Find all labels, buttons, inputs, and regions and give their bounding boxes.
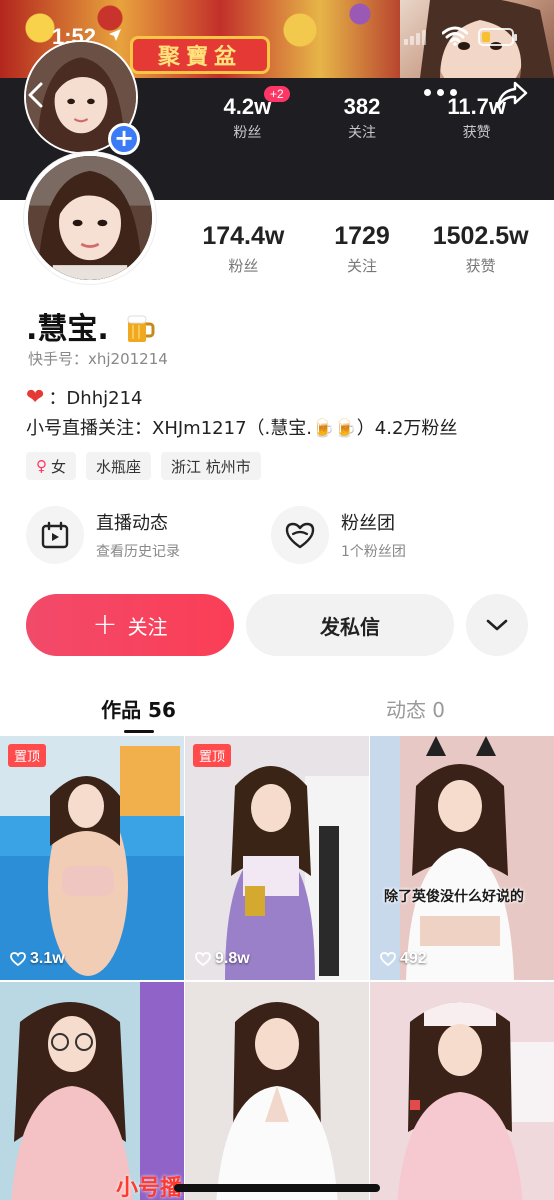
like-count: 3.1w: [10, 950, 65, 968]
stat-label: 粉丝: [228, 257, 259, 275]
bio-line-1-text: ：Dhhj214: [48, 388, 143, 409]
tag-label: 女: [51, 457, 67, 476]
tag-label: 浙江 杭州市: [171, 457, 251, 476]
bio-line-2: 小号直播关注：XHJm1217（.慧宝.🍺🍺）4.2万粉丝: [26, 418, 458, 439]
work-item[interactable]: 置顶 9.8w: [185, 736, 369, 980]
banner-plaque: 聚寶盆: [130, 36, 270, 74]
add-follow-icon[interactable]: +: [108, 123, 140, 155]
like-count-value: 9.8w: [215, 950, 250, 967]
work-item[interactable]: 除了英俊没什么好说的 492: [370, 736, 554, 980]
stat-value: 1502.5w: [432, 222, 529, 250]
feature-subtitle: 1个粉丝团: [341, 544, 406, 560]
wifi-icon: [442, 26, 468, 46]
chevron-down-icon: [486, 619, 508, 631]
heart-outline-icon: [380, 952, 396, 966]
nickname-text: .慧宝.: [26, 312, 109, 347]
works-grid: 置顶 3.1w 置顶 9.8w 除了英俊没什么好说的 492: [0, 736, 554, 1200]
stat-value: 174.4w: [202, 222, 285, 250]
stat-label: 获赞: [465, 257, 496, 275]
work-item[interactable]: [185, 982, 369, 1200]
more-actions-button[interactable]: [466, 594, 528, 656]
bio-line-1: ❤ ：Dhhj214: [26, 384, 142, 410]
profile-actions: + 关注 发私信: [26, 594, 528, 656]
tab-works[interactable]: 作品 56: [0, 686, 277, 734]
follow-button[interactable]: + 关注: [26, 594, 234, 656]
signal-icon: [404, 30, 426, 45]
header-stat-fans[interactable]: 4.2w 粉丝 +2: [190, 86, 305, 142]
header-stat-label: 获赞: [462, 125, 491, 141]
tag-gender: ♀ 女: [26, 452, 77, 480]
tag-label: 水瓶座: [96, 457, 142, 476]
feature-title: 粉丝团: [341, 513, 395, 534]
header-stat-label: 粉丝: [233, 125, 262, 141]
like-count: 492: [380, 950, 427, 968]
like-count: 9.8w: [195, 950, 250, 968]
feature-live-history[interactable]: 直播动态 查看历史记录: [26, 506, 271, 564]
header-stat-likes[interactable]: 11.7w 获赞: [419, 94, 534, 142]
tag-location: 浙江 杭州市: [161, 452, 261, 480]
heart-outline-icon: [10, 952, 26, 966]
female-icon: ♀: [36, 457, 47, 475]
tab-moments[interactable]: 动态 0: [277, 686, 554, 734]
battery-icon: [478, 28, 517, 46]
fan-heart-icon: [271, 506, 329, 564]
profile-stats: 174.4w 粉丝 1729 关注 1502.5w 获赞: [184, 222, 540, 276]
content-tabs: 作品 56 动态 0: [0, 686, 554, 734]
profile-tags: ♀ 女 水瓶座 浙江 杭州市: [26, 452, 261, 480]
profile-features: 直播动态 查看历史记录 粉丝团 1个粉丝团: [26, 506, 536, 564]
feature-fan-club[interactable]: 粉丝团 1个粉丝团: [271, 506, 516, 564]
header-stats: 4.2w 粉丝 +2 382 关注 11.7w 获赞: [190, 86, 534, 142]
tag-zodiac: 水瓶座: [86, 452, 152, 480]
pinned-badge: 置顶: [8, 744, 47, 767]
new-fans-badge: +2: [264, 86, 290, 102]
battery-level: [482, 32, 490, 42]
feature-subtitle: 查看历史记录: [96, 544, 180, 560]
pinned-badge: 置顶: [193, 744, 232, 767]
feature-title: 直播动态: [96, 513, 168, 534]
beer-mug-icon: [127, 315, 155, 342]
location-arrow-icon: [109, 29, 121, 41]
work-item[interactable]: [370, 982, 554, 1200]
kwai-id[interactable]: 快手号：xhj201214: [28, 348, 168, 369]
stat-label: 关注: [347, 257, 378, 275]
work-item[interactable]: 置顶 3.1w: [0, 736, 184, 980]
plus-icon: +: [92, 607, 118, 642]
home-indicator[interactable]: [174, 1184, 380, 1192]
red-heart-icon: ❤: [26, 384, 45, 410]
stat-following[interactable]: 1729 关注: [303, 222, 422, 276]
like-count-value: 492: [400, 950, 427, 967]
stat-likes[interactable]: 1502.5w 获赞: [421, 222, 540, 276]
header-stat-value: 382: [343, 94, 381, 119]
message-button[interactable]: 发私信: [246, 594, 454, 656]
back-icon[interactable]: [22, 80, 52, 110]
like-count-value: 3.1w: [30, 950, 65, 967]
stat-value: 1729: [334, 222, 390, 250]
nickname: .慧宝.: [26, 304, 155, 348]
follow-button-label: 关注: [127, 614, 168, 639]
video-watermark: 小号播: [116, 1176, 183, 1200]
header-stat-following[interactable]: 382 关注: [305, 94, 420, 142]
profile-avatar[interactable]: [24, 152, 156, 284]
header-stat-label: 关注: [348, 125, 376, 141]
header-stat-value: 11.7w: [447, 94, 507, 119]
active-tab-indicator: [124, 730, 154, 733]
stat-fans[interactable]: 174.4w 粉丝: [184, 222, 303, 276]
work-item[interactable]: [0, 982, 184, 1200]
heart-outline-icon: [195, 952, 211, 966]
video-caption: 除了英俊没什么好说的: [384, 889, 524, 905]
live-calendar-icon: [26, 506, 84, 564]
